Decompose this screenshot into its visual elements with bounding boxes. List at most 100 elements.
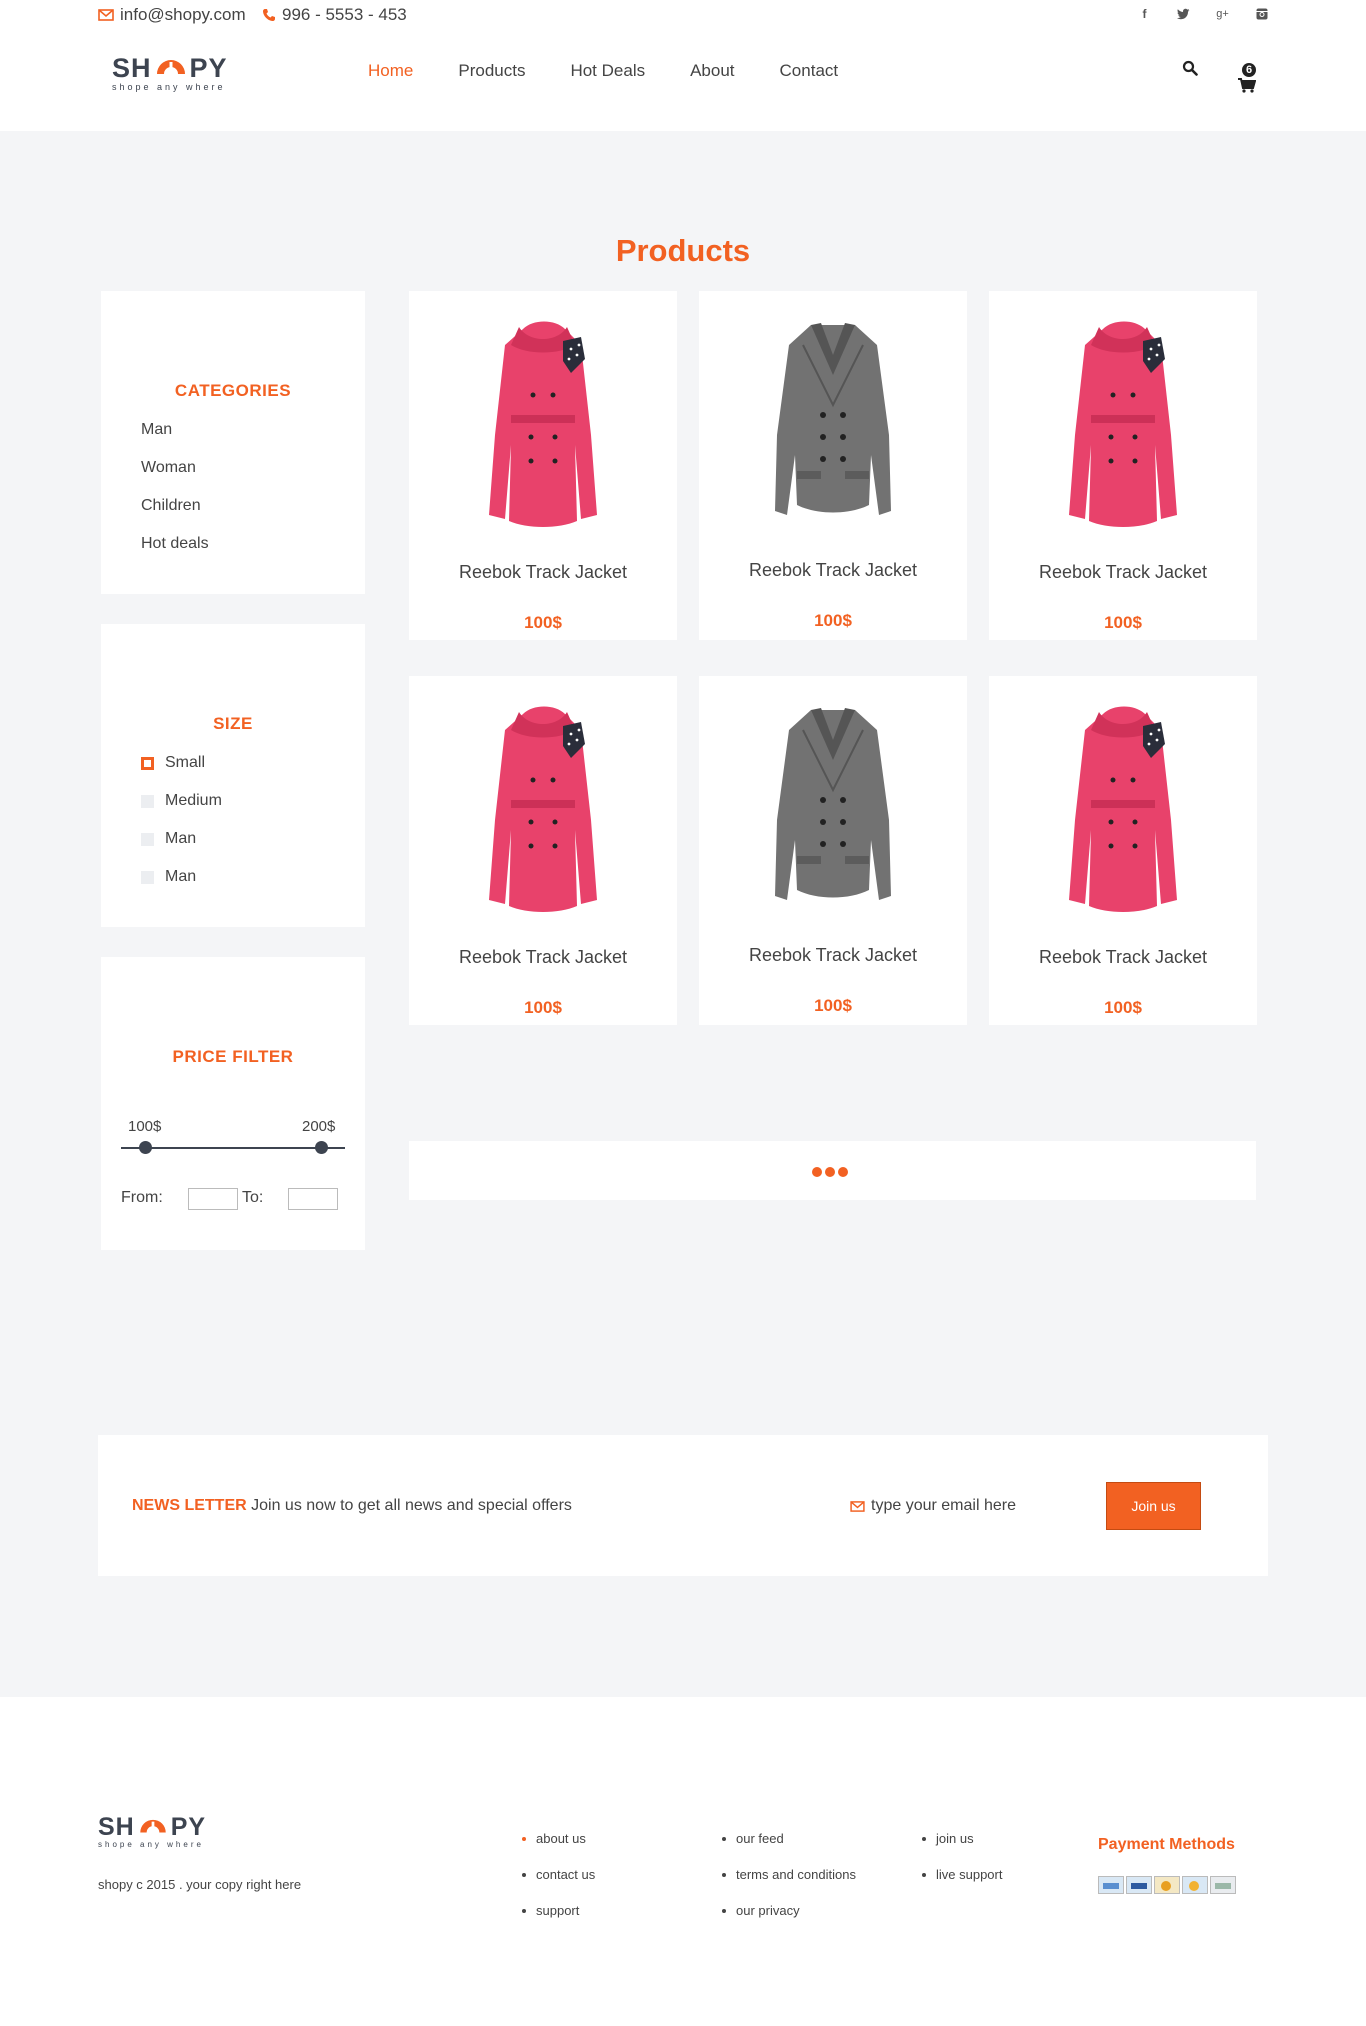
email-contact[interactable]: info@shopy.com	[98, 5, 246, 25]
size-option-man-2[interactable]: Man	[141, 868, 196, 886]
envelope-icon	[850, 1500, 865, 1512]
size-option-label: Small	[165, 754, 206, 771]
product-name[interactable]: Reebok Track Jacket	[989, 947, 1257, 968]
product-card[interactable]: Reebok Track Jacket 100$	[409, 291, 677, 640]
size-option-label: Medium	[165, 792, 222, 809]
payment-card-icon	[1126, 1876, 1152, 1894]
payment-card-icon	[1210, 1876, 1236, 1894]
footer-logo[interactable]: SH PY shope any where	[98, 1813, 206, 1849]
logo-mark-icon	[156, 59, 185, 74]
envelope-icon	[98, 9, 114, 21]
load-more-bar[interactable]	[409, 1141, 1256, 1200]
nav-about[interactable]: About	[690, 61, 734, 81]
category-woman[interactable]: Woman	[141, 459, 196, 477]
size-option-label: Man	[165, 830, 197, 847]
product-price: 100$	[814, 611, 852, 630]
size-option-small[interactable]: Small	[141, 754, 205, 772]
pink-coat-image	[463, 700, 623, 912]
product-card[interactable]: Reebok Track Jacket 100$	[409, 676, 677, 1025]
price-slider-track[interactable]	[121, 1147, 345, 1149]
page-title: Products	[615, 233, 751, 268]
footer-link-label: support	[536, 1903, 580, 1918]
phone-contact[interactable]: 996 - 5553 - 453	[262, 5, 407, 25]
product-card[interactable]: Reebok Track Jacket 100$	[699, 291, 967, 640]
product-name[interactable]: Reebok Track Jacket	[989, 562, 1257, 583]
size-option-medium[interactable]: Medium	[141, 792, 222, 810]
price-slider-min-handle[interactable]	[139, 1141, 152, 1154]
price-max-label: 200$	[302, 1118, 336, 1135]
size-panel: SIZE Small Medium Man Man	[101, 624, 365, 927]
checkbox-checked-icon[interactable]	[141, 756, 154, 770]
search-button[interactable]	[1182, 60, 1198, 81]
product-card[interactable]: Reebok Track Jacket 100$	[989, 291, 1257, 640]
twitter-icon[interactable]	[1177, 8, 1190, 21]
main-nav: Home Products Hot Deals About Contact	[368, 61, 838, 81]
nav-hot-deals[interactable]: Hot Deals	[570, 61, 645, 81]
join-us-button[interactable]: Join us	[1106, 1482, 1201, 1530]
footer-link-privacy[interactable]: our privacy	[722, 1903, 800, 1918]
footer-link-terms[interactable]: terms and conditions	[722, 1867, 856, 1882]
payment-card-icon	[1154, 1876, 1180, 1894]
footer-link-live-support[interactable]: live support	[922, 1867, 1002, 1882]
size-option-man[interactable]: Man	[141, 830, 196, 848]
footer-link-support[interactable]: support	[522, 1903, 579, 1918]
product-price: 100$	[1104, 998, 1142, 1017]
category-hot-deals[interactable]: Hot deals	[141, 535, 209, 553]
product-price: 100$	[524, 613, 562, 632]
pink-coat-image	[463, 315, 623, 527]
checkbox-icon[interactable]	[141, 832, 154, 846]
price-filter-panel: PRICE FILTER 100$ 200$ From: To:	[101, 957, 365, 1250]
footer-link-contact-us[interactable]: contact us	[522, 1867, 595, 1882]
price-slider-max-handle[interactable]	[315, 1141, 328, 1154]
newsletter-text: NEWS LETTER Join us now to get all news …	[132, 1497, 572, 1515]
phone-text: 996 - 5553 - 453	[282, 5, 407, 24]
size-option-label: Man	[165, 868, 197, 885]
newsletter-title: NEWS LETTER	[132, 1497, 247, 1514]
product-price: 100$	[814, 996, 852, 1015]
footer-link-join-us[interactable]: join us	[922, 1831, 974, 1846]
product-name[interactable]: Reebok Track Jacket	[699, 560, 967, 581]
product-card[interactable]: Reebok Track Jacket 100$	[699, 676, 967, 1025]
pink-coat-image	[1043, 700, 1203, 912]
copyright-text: shopy c 2015 . your copy right here	[98, 1877, 302, 1892]
product-name[interactable]: Reebok Track Jacket	[409, 947, 677, 968]
product-card[interactable]: Reebok Track Jacket 100$	[989, 676, 1257, 1025]
payment-methods-title: Payment Methods	[1098, 1836, 1235, 1853]
brand-logo[interactable]: SH PY shope any where	[112, 53, 228, 92]
category-children[interactable]: Children	[141, 497, 201, 515]
footer-link-label: live support	[936, 1867, 1003, 1882]
loading-dots-icon	[812, 1167, 848, 1177]
checkbox-icon[interactable]	[141, 794, 154, 808]
logo-tagline: shope any where	[98, 1840, 204, 1849]
size-title: SIZE	[213, 714, 253, 733]
newsletter-description: Join us now to get all news and special …	[251, 1497, 572, 1514]
logo-text-left: SH	[112, 53, 152, 83]
nav-home[interactable]: Home	[368, 61, 413, 81]
payment-card-icon	[1098, 1876, 1124, 1894]
facebook-icon[interactable]: f	[1138, 8, 1151, 21]
instagram-icon[interactable]	[1255, 8, 1268, 21]
cart-button[interactable]: 6	[1236, 60, 1262, 100]
price-to-input[interactable]	[288, 1188, 338, 1210]
footer-link-our-feed[interactable]: our feed	[722, 1831, 784, 1846]
search-icon	[1182, 60, 1198, 76]
to-label: To:	[242, 1189, 264, 1206]
price-from-input[interactable]	[188, 1188, 238, 1210]
price-filter-title: PRICE FILTER	[172, 1047, 294, 1066]
nav-contact[interactable]: Contact	[780, 61, 839, 81]
footer-link-about-us[interactable]: about us	[522, 1831, 586, 1846]
google-plus-icon[interactable]: g+	[1216, 8, 1229, 21]
logo-text-right: PY	[189, 53, 228, 83]
from-label: From:	[121, 1189, 163, 1206]
footer-link-label: our privacy	[736, 1903, 800, 1918]
checkbox-icon[interactable]	[141, 870, 154, 884]
newsletter-email-input[interactable]: type your email here	[850, 1497, 1016, 1515]
category-man[interactable]: Man	[141, 421, 172, 439]
logo-tagline: shope any where	[112, 82, 226, 92]
footer-link-label: about us	[536, 1831, 586, 1846]
product-name[interactable]: Reebok Track Jacket	[699, 945, 967, 966]
social-links: f g+	[1138, 8, 1268, 21]
product-name[interactable]: Reebok Track Jacket	[409, 562, 677, 583]
nav-products[interactable]: Products	[458, 61, 525, 81]
logo-mark-icon	[140, 1819, 166, 1833]
